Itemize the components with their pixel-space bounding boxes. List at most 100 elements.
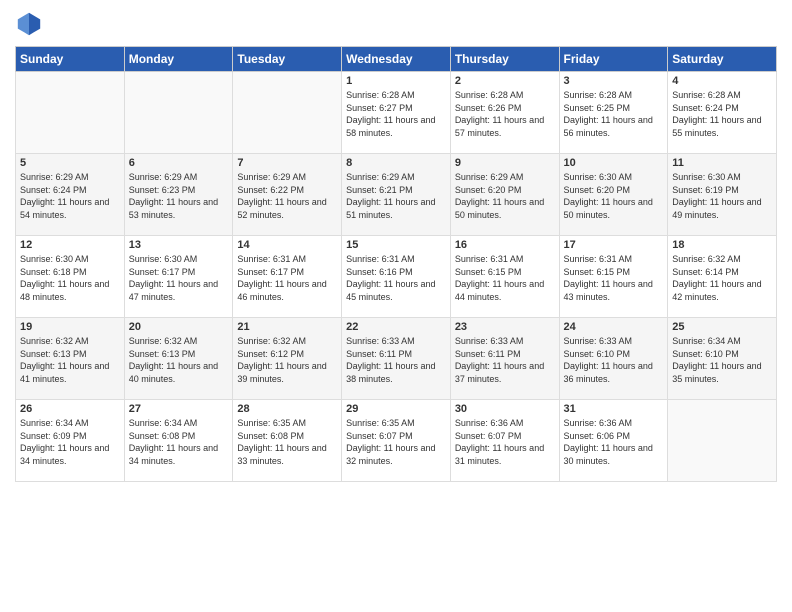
day-info: Sunrise: 6:33 AM Sunset: 6:10 PM Dayligh… [564,335,664,385]
day-info: Sunrise: 6:31 AM Sunset: 6:15 PM Dayligh… [564,253,664,303]
calendar-cell: 6 Sunrise: 6:29 AM Sunset: 6:23 PM Dayli… [124,154,233,236]
day-number: 31 [564,403,664,415]
calendar-cell: 7 Sunrise: 6:29 AM Sunset: 6:22 PM Dayli… [233,154,342,236]
day-number: 29 [346,403,446,415]
day-number: 7 [237,157,337,169]
calendar-cell: 25 Sunrise: 6:34 AM Sunset: 6:10 PM Dayl… [668,318,777,400]
col-sunday: Sunday [16,47,125,72]
day-number: 16 [455,239,555,251]
day-info: Sunrise: 6:29 AM Sunset: 6:21 PM Dayligh… [346,171,446,221]
calendar-cell: 27 Sunrise: 6:34 AM Sunset: 6:08 PM Dayl… [124,400,233,482]
calendar-header-row: Sunday Monday Tuesday Wednesday Thursday… [16,47,777,72]
calendar-cell: 3 Sunrise: 6:28 AM Sunset: 6:25 PM Dayli… [559,72,668,154]
day-info: Sunrise: 6:35 AM Sunset: 6:07 PM Dayligh… [346,417,446,467]
col-monday: Monday [124,47,233,72]
day-number: 12 [20,239,120,251]
calendar-cell: 30 Sunrise: 6:36 AM Sunset: 6:07 PM Dayl… [450,400,559,482]
day-number: 27 [129,403,229,415]
day-info: Sunrise: 6:32 AM Sunset: 6:13 PM Dayligh… [129,335,229,385]
day-info: Sunrise: 6:30 AM Sunset: 6:18 PM Dayligh… [20,253,120,303]
calendar-cell [124,72,233,154]
calendar-cell: 9 Sunrise: 6:29 AM Sunset: 6:20 PM Dayli… [450,154,559,236]
calendar-cell: 2 Sunrise: 6:28 AM Sunset: 6:26 PM Dayli… [450,72,559,154]
day-number: 4 [672,75,772,87]
calendar-cell: 24 Sunrise: 6:33 AM Sunset: 6:10 PM Dayl… [559,318,668,400]
day-number: 30 [455,403,555,415]
day-number: 13 [129,239,229,251]
day-number: 5 [20,157,120,169]
col-thursday: Thursday [450,47,559,72]
day-info: Sunrise: 6:28 AM Sunset: 6:27 PM Dayligh… [346,89,446,139]
day-number: 22 [346,321,446,333]
calendar-cell: 1 Sunrise: 6:28 AM Sunset: 6:27 PM Dayli… [342,72,451,154]
day-number: 15 [346,239,446,251]
day-info: Sunrise: 6:33 AM Sunset: 6:11 PM Dayligh… [455,335,555,385]
calendar-cell: 29 Sunrise: 6:35 AM Sunset: 6:07 PM Dayl… [342,400,451,482]
day-number: 17 [564,239,664,251]
calendar-cell: 4 Sunrise: 6:28 AM Sunset: 6:24 PM Dayli… [668,72,777,154]
day-number: 3 [564,75,664,87]
day-info: Sunrise: 6:28 AM Sunset: 6:25 PM Dayligh… [564,89,664,139]
day-info: Sunrise: 6:31 AM Sunset: 6:16 PM Dayligh… [346,253,446,303]
calendar-cell: 16 Sunrise: 6:31 AM Sunset: 6:15 PM Dayl… [450,236,559,318]
day-number: 23 [455,321,555,333]
day-info: Sunrise: 6:34 AM Sunset: 6:09 PM Dayligh… [20,417,120,467]
calendar-table: Sunday Monday Tuesday Wednesday Thursday… [15,46,777,482]
col-friday: Friday [559,47,668,72]
calendar-cell: 23 Sunrise: 6:33 AM Sunset: 6:11 PM Dayl… [450,318,559,400]
day-number: 26 [20,403,120,415]
day-number: 1 [346,75,446,87]
day-info: Sunrise: 6:35 AM Sunset: 6:08 PM Dayligh… [237,417,337,467]
calendar-cell: 22 Sunrise: 6:33 AM Sunset: 6:11 PM Dayl… [342,318,451,400]
day-info: Sunrise: 6:36 AM Sunset: 6:06 PM Dayligh… [564,417,664,467]
logo-icon [15,10,43,38]
calendar-week-row: 12 Sunrise: 6:30 AM Sunset: 6:18 PM Dayl… [16,236,777,318]
day-number: 11 [672,157,772,169]
calendar-cell: 28 Sunrise: 6:35 AM Sunset: 6:08 PM Dayl… [233,400,342,482]
calendar-week-row: 1 Sunrise: 6:28 AM Sunset: 6:27 PM Dayli… [16,72,777,154]
day-info: Sunrise: 6:36 AM Sunset: 6:07 PM Dayligh… [455,417,555,467]
calendar-cell: 31 Sunrise: 6:36 AM Sunset: 6:06 PM Dayl… [559,400,668,482]
calendar-week-row: 19 Sunrise: 6:32 AM Sunset: 6:13 PM Dayl… [16,318,777,400]
calendar-cell: 18 Sunrise: 6:32 AM Sunset: 6:14 PM Dayl… [668,236,777,318]
day-number: 28 [237,403,337,415]
day-info: Sunrise: 6:29 AM Sunset: 6:24 PM Dayligh… [20,171,120,221]
calendar-cell: 21 Sunrise: 6:32 AM Sunset: 6:12 PM Dayl… [233,318,342,400]
day-number: 10 [564,157,664,169]
day-number: 18 [672,239,772,251]
day-number: 24 [564,321,664,333]
calendar-week-row: 26 Sunrise: 6:34 AM Sunset: 6:09 PM Dayl… [16,400,777,482]
calendar-cell: 14 Sunrise: 6:31 AM Sunset: 6:17 PM Dayl… [233,236,342,318]
calendar-cell: 10 Sunrise: 6:30 AM Sunset: 6:20 PM Dayl… [559,154,668,236]
calendar-cell: 20 Sunrise: 6:32 AM Sunset: 6:13 PM Dayl… [124,318,233,400]
calendar-cell: 17 Sunrise: 6:31 AM Sunset: 6:15 PM Dayl… [559,236,668,318]
day-info: Sunrise: 6:32 AM Sunset: 6:14 PM Dayligh… [672,253,772,303]
logo [15,10,47,38]
day-info: Sunrise: 6:32 AM Sunset: 6:13 PM Dayligh… [20,335,120,385]
page-header [15,10,777,38]
day-number: 2 [455,75,555,87]
day-info: Sunrise: 6:32 AM Sunset: 6:12 PM Dayligh… [237,335,337,385]
day-info: Sunrise: 6:31 AM Sunset: 6:15 PM Dayligh… [455,253,555,303]
day-info: Sunrise: 6:34 AM Sunset: 6:08 PM Dayligh… [129,417,229,467]
col-saturday: Saturday [668,47,777,72]
day-info: Sunrise: 6:34 AM Sunset: 6:10 PM Dayligh… [672,335,772,385]
day-number: 8 [346,157,446,169]
calendar-cell: 13 Sunrise: 6:30 AM Sunset: 6:17 PM Dayl… [124,236,233,318]
col-tuesday: Tuesday [233,47,342,72]
calendar-week-row: 5 Sunrise: 6:29 AM Sunset: 6:24 PM Dayli… [16,154,777,236]
calendar-cell: 26 Sunrise: 6:34 AM Sunset: 6:09 PM Dayl… [16,400,125,482]
day-number: 14 [237,239,337,251]
day-info: Sunrise: 6:29 AM Sunset: 6:22 PM Dayligh… [237,171,337,221]
day-info: Sunrise: 6:30 AM Sunset: 6:20 PM Dayligh… [564,171,664,221]
day-number: 19 [20,321,120,333]
day-info: Sunrise: 6:31 AM Sunset: 6:17 PM Dayligh… [237,253,337,303]
day-info: Sunrise: 6:29 AM Sunset: 6:20 PM Dayligh… [455,171,555,221]
day-number: 25 [672,321,772,333]
calendar-cell: 8 Sunrise: 6:29 AM Sunset: 6:21 PM Dayli… [342,154,451,236]
calendar-cell [16,72,125,154]
calendar-cell: 19 Sunrise: 6:32 AM Sunset: 6:13 PM Dayl… [16,318,125,400]
day-number: 21 [237,321,337,333]
day-info: Sunrise: 6:28 AM Sunset: 6:24 PM Dayligh… [672,89,772,139]
day-info: Sunrise: 6:30 AM Sunset: 6:17 PM Dayligh… [129,253,229,303]
